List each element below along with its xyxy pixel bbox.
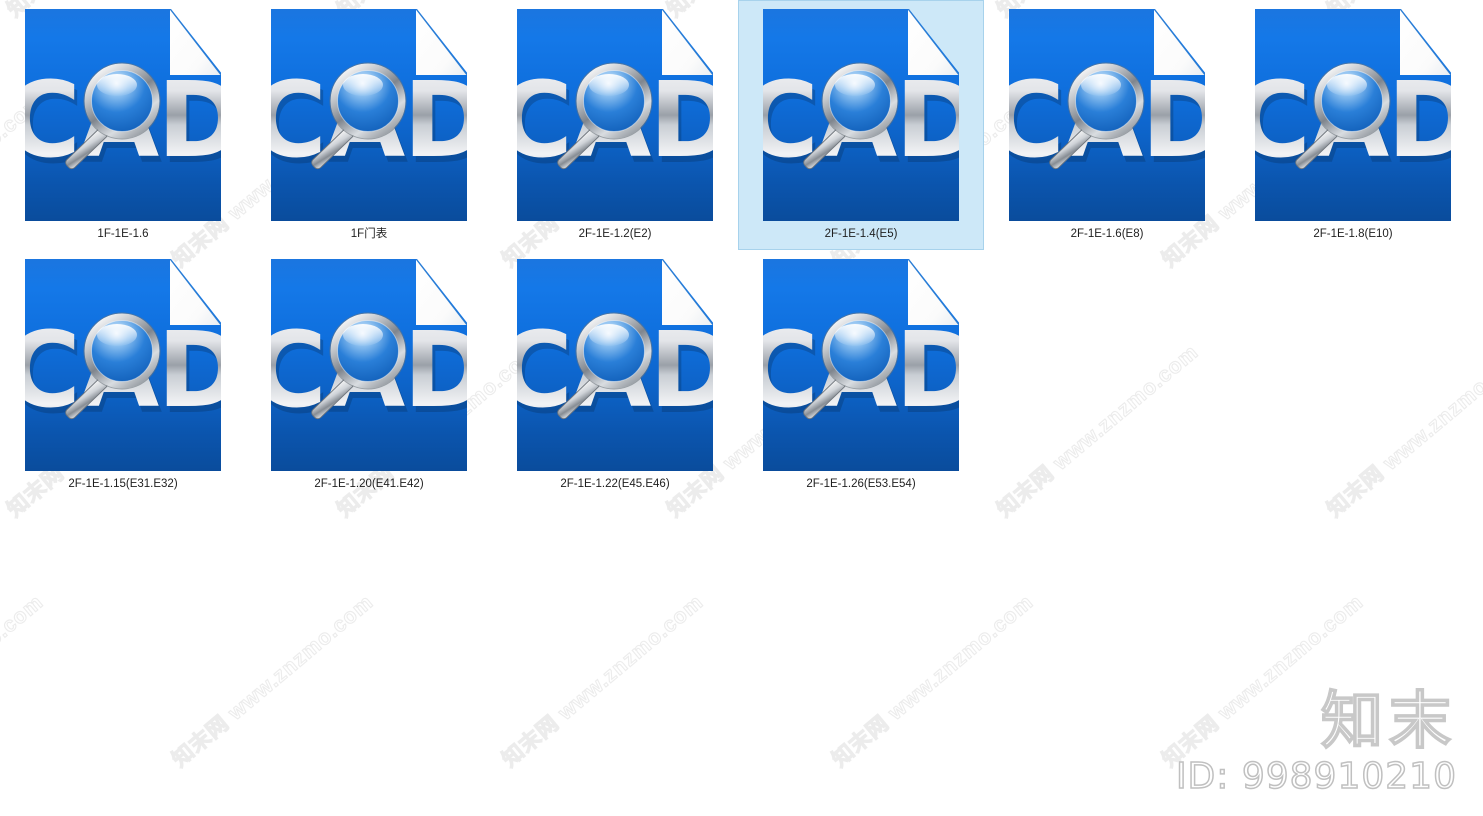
file-icon-grid: CAD CAD 1F-1E-1.6 (0, 0, 1476, 500)
file-name-label: 2F-1E-1.15(E31.E32) (68, 478, 178, 490)
watermark-text: 知末网 www.znzmo.com (498, 590, 709, 772)
file-item[interactable]: CAD CAD 1F门表 (246, 0, 492, 250)
file-name-label: 2F-1E-1.4(E5) (824, 228, 898, 240)
file-name-label: 1F门表 (350, 228, 388, 240)
icon-grid-row: CAD CAD 1F-1E-1.6 (0, 0, 1476, 250)
cad-wordmark-with-magnifier: CAD CAD (25, 311, 221, 437)
cad-wordmark-with-magnifier: CAD CAD (25, 61, 221, 187)
file-item[interactable]: CAD CAD 2F-1E-1.26(E53.E54) (738, 250, 984, 500)
cad-wordmark-with-magnifier: CAD CAD (1255, 61, 1451, 187)
magnifier-icon: CAD CAD (25, 311, 221, 441)
cad-file-icon[interactable]: CAD CAD (1255, 9, 1451, 221)
site-logo-watermark: 知末 ID: 998910210 (1175, 684, 1457, 798)
file-item[interactable]: CAD CAD 2F-1E-1.6(E8) (984, 0, 1230, 250)
file-name-label: 2F-1E-1.8(E10) (1313, 228, 1393, 240)
cad-file-icon[interactable]: CAD CAD (271, 9, 467, 221)
file-name-label: 2F-1E-1.6(E8) (1070, 228, 1144, 240)
file-item[interactable]: CAD CAD 2F-1E-1.2(E2) (492, 0, 738, 250)
magnifier-icon: CAD CAD (25, 61, 221, 191)
cad-file-icon[interactable]: CAD CAD (25, 9, 221, 221)
file-item[interactable]: CAD CAD 2F-1E-1.20(E41.E42) (246, 250, 492, 500)
asset-id-text: ID: 998910210 (1175, 755, 1457, 798)
brand-name-cn: 知末 (1320, 684, 1457, 757)
magnifier-icon: CAD CAD (1009, 61, 1205, 191)
magnifier-icon: CAD CAD (271, 311, 467, 441)
magnifier-icon: CAD CAD (271, 61, 467, 191)
file-item-selected[interactable]: CAD CAD 2F-1E-1.4(E5) (738, 0, 984, 250)
file-name-label: 2F-1E-1.2(E2) (578, 228, 652, 240)
cad-file-icon[interactable]: CAD CAD (25, 259, 221, 471)
cad-wordmark-with-magnifier: CAD CAD (517, 61, 713, 187)
cad-wordmark-with-magnifier: CAD CAD (1009, 61, 1205, 187)
magnifier-icon: CAD CAD (763, 311, 959, 441)
file-item[interactable]: CAD CAD 1F-1E-1.6 (0, 0, 246, 250)
file-item[interactable]: CAD CAD 2F-1E-1.22(E45.E46) (492, 250, 738, 500)
watermark-text: 知末网 www.znzmo.com (0, 590, 48, 772)
file-item[interactable]: CAD CAD 2F-1E-1.15(E31.E32) (0, 250, 246, 500)
cad-file-icon[interactable]: CAD CAD (763, 9, 959, 221)
cad-wordmark-with-magnifier: CAD CAD (271, 61, 467, 187)
cad-file-icon[interactable]: CAD CAD (271, 259, 467, 471)
magnifier-icon: CAD CAD (517, 311, 713, 441)
magnifier-icon: CAD CAD (763, 61, 959, 191)
watermark-text: 知末网 www.znzmo.com (828, 590, 1039, 772)
file-name-label: 2F-1E-1.20(E41.E42) (314, 478, 424, 490)
cad-file-icon[interactable]: CAD CAD (517, 259, 713, 471)
cad-wordmark-with-magnifier: CAD CAD (763, 311, 959, 437)
cad-file-icon[interactable]: CAD CAD (763, 259, 959, 471)
watermark-text: 知末网 www.znzmo.com (168, 590, 379, 772)
cad-wordmark-with-magnifier: CAD CAD (763, 61, 959, 187)
cad-wordmark-with-magnifier: CAD CAD (271, 311, 467, 437)
magnifier-icon: CAD CAD (517, 61, 713, 191)
file-item[interactable]: CAD CAD 2F-1E-1.8(E10) (1230, 0, 1476, 250)
cad-file-icon[interactable]: CAD CAD (517, 9, 713, 221)
watermark-text: 知末网 www.znzmo.com (1158, 590, 1369, 772)
file-name-label: 1F-1E-1.6 (97, 228, 149, 240)
magnifier-icon: CAD CAD (1255, 61, 1451, 191)
icon-grid-row: CAD CAD 2F-1E-1.15(E31.E32) (0, 250, 1476, 500)
file-name-label: 2F-1E-1.22(E45.E46) (560, 478, 670, 490)
file-name-label: 2F-1E-1.26(E53.E54) (806, 478, 916, 490)
cad-file-icon[interactable]: CAD CAD (1009, 9, 1205, 221)
cad-wordmark-with-magnifier: CAD CAD (517, 311, 713, 437)
